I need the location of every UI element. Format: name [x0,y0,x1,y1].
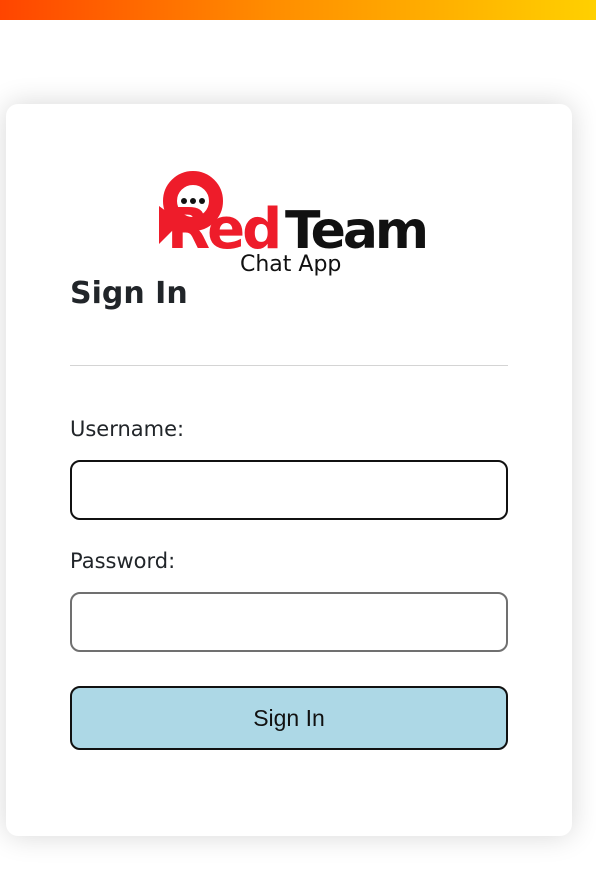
divider [70,365,508,366]
sign-in-button[interactable]: Sign In [70,686,508,750]
logo-subtitle: Chat App [240,252,341,277]
username-input[interactable] [70,460,508,520]
password-label: Password: [70,549,176,573]
username-label: Username: [70,417,185,441]
redteam-chat-app-logo: Red Team Chat App [159,171,429,277]
sign-in-card: Red Team Chat App Sign In Username: Pass… [6,104,572,836]
page-title: Sign In [70,276,188,311]
password-input[interactable] [70,592,508,652]
top-gradient-bar [0,0,596,20]
